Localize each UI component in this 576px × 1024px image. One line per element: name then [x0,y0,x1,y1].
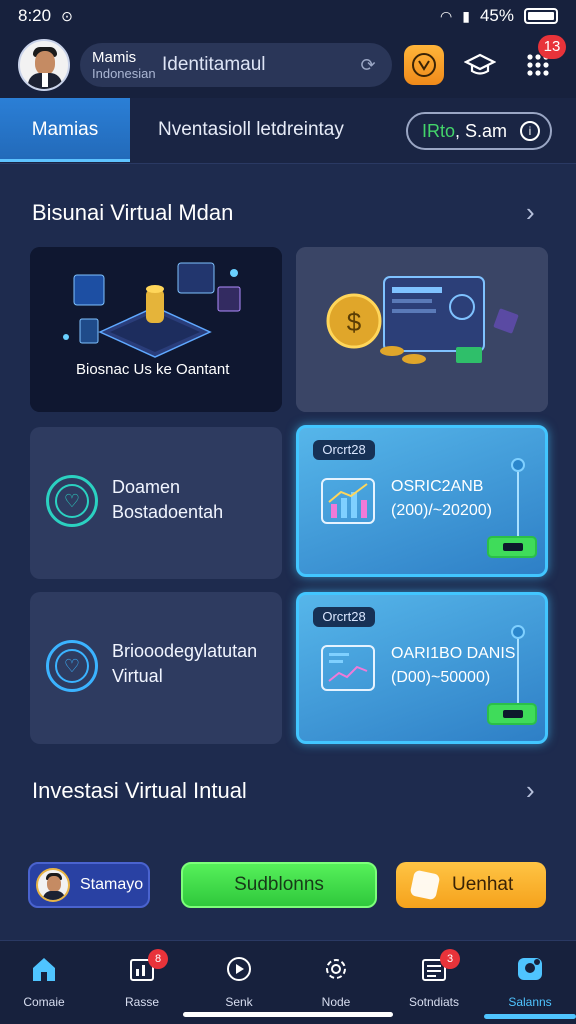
avatar[interactable] [18,39,70,91]
line-chart-icon [321,645,375,691]
profile-button-label: Stamayo [80,876,144,893]
search-input[interactable]: Identitamaul [162,54,358,76]
nav-badge: 3 [440,949,460,969]
card-a-line2: Bostadoentah [112,502,224,522]
learning-button[interactable] [460,45,500,85]
feature-card-a[interactable]: ♡ Doamen Bostadoentah [30,427,282,579]
nav-item-node[interactable]: Node [288,955,384,1015]
hero-card-2[interactable]: $ [296,247,548,412]
card-d-toggle[interactable] [487,703,537,725]
secondary-action-button[interactable]: Uenhat [396,862,546,908]
filter-prefix: IRto [422,120,456,141]
action-row: Stamayo Sudblonns Uenhat [0,860,576,910]
investment-card-d[interactable]: Orcrt28 OARI1BO DANIS (D00)~50000) [296,592,548,744]
puzzle-icon [409,869,441,901]
card-b-line1: Briooodegylatutan [112,641,258,661]
nav-badge: 8 [148,949,168,969]
card-d-sub: (D00)~50000) [391,669,491,686]
time: 8:20 [18,6,52,25]
document-icon: 3 [420,949,460,983]
battery-percent: 45% [479,6,514,25]
nav-item-salanns[interactable]: Salanns [482,955,576,1015]
chevron-right-icon[interactable]: › [526,199,546,225]
section-title-1: Bisunai Virtual Mdan [32,200,234,225]
card-d-tag: Orcrt28 [313,607,375,627]
active-tab-indicator [484,1014,576,1019]
notification-icon: ⊙ [61,7,73,24]
user-location: Indonesian [92,65,156,81]
hero-card-1[interactable]: Biosnac Us ke Oantant [30,247,282,412]
card-c-sub: (200)/~20200) [391,502,492,519]
profile-button[interactable]: Stamayo [28,862,150,908]
tab-bar: Mamias Nventasioll letdreintay IRto , S.… [0,98,576,164]
nav-label: Node [321,995,351,1009]
nav-label: Rasse [124,995,159,1009]
medal-icon [412,53,436,77]
coins-dashboard-illustration-icon: $ [296,247,548,412]
refresh-icon[interactable]: ⟳ [358,55,378,75]
hero-caption: Biosnac Us ke Oantant [76,361,230,378]
card-d-title: OARI1BO DANIS [391,645,516,662]
user-name: Mamis [92,48,137,66]
profile-badge-icon [516,955,544,983]
home-indicator [183,1012,393,1017]
nav-label: Senk [225,995,253,1009]
chart-box-icon: 8 [128,949,168,983]
primary-action-button[interactable]: Sudblonns [181,862,377,908]
nav-label: Sotndiats [408,995,460,1009]
graduation-cap-icon [464,53,496,75]
nav-label: Salanns [508,995,552,1009]
card-b-line2: Virtual [112,666,163,686]
card-c-tag: Orcrt28 [313,440,375,460]
heart-ring-icon: ♡ [46,475,98,527]
card-c-indicator [511,458,525,472]
nav-label: Comaie [23,995,65,1009]
nav-item-rasse[interactable]: 8 Rasse [94,949,190,1015]
card-a-line1: Doamen [112,477,181,497]
info-icon: i [520,121,540,141]
battery-icon [524,8,558,24]
search-bar[interactable]: Mamis Indonesian Identitamaul ⟳ [80,43,392,87]
card-d-divider [517,635,519,707]
signal-icon: ▮ [462,7,470,24]
tab-second[interactable]: Nventasioll letdreintay [158,98,344,162]
user-info: Mamis Indonesian [92,49,156,82]
investment-card-c[interactable]: Orcrt28 OSRIC2ANB (200)/~20200) [296,425,548,577]
filter-suffix: , S.am [455,120,508,141]
secondary-action-label: Uenhat [452,874,514,895]
home-icon [30,955,58,983]
feature-card-b[interactable]: ♡ Briooodegylatutan Virtual [30,592,282,744]
isometric-illustration-icon [30,247,282,412]
card-c-divider [517,468,519,540]
nav-item-senk[interactable]: Senk [191,955,287,1015]
avatar [36,868,70,902]
tab-active[interactable]: Mamias [0,98,130,162]
bar-chart-icon [321,478,375,524]
gear-icon [322,955,350,983]
nav-item-home[interactable]: Comaie [0,955,92,1015]
card-c-toggle[interactable] [487,536,537,558]
status-bar: 8:20 ⊙ ◠ ▮ 45% [0,0,576,32]
section-title-2: Investasi Virtual Intual [32,778,247,803]
chevron-right-icon[interactable]: › [526,777,546,803]
card-d-indicator [511,625,525,639]
rewards-button[interactable] [404,45,444,85]
svg-text:$: $ [347,307,362,337]
nav-item-sotndiats[interactable]: 3 Sotndiats [386,949,482,1015]
filter-pill[interactable]: IRto , S.am i [406,112,552,150]
card-c-title: OSRIC2ANB [391,478,484,495]
notification-badge: 13 [538,35,566,59]
wifi-icon: ◠ [440,7,453,24]
play-circle-icon [225,955,253,983]
heart-ring-icon: ♡ [46,640,98,692]
